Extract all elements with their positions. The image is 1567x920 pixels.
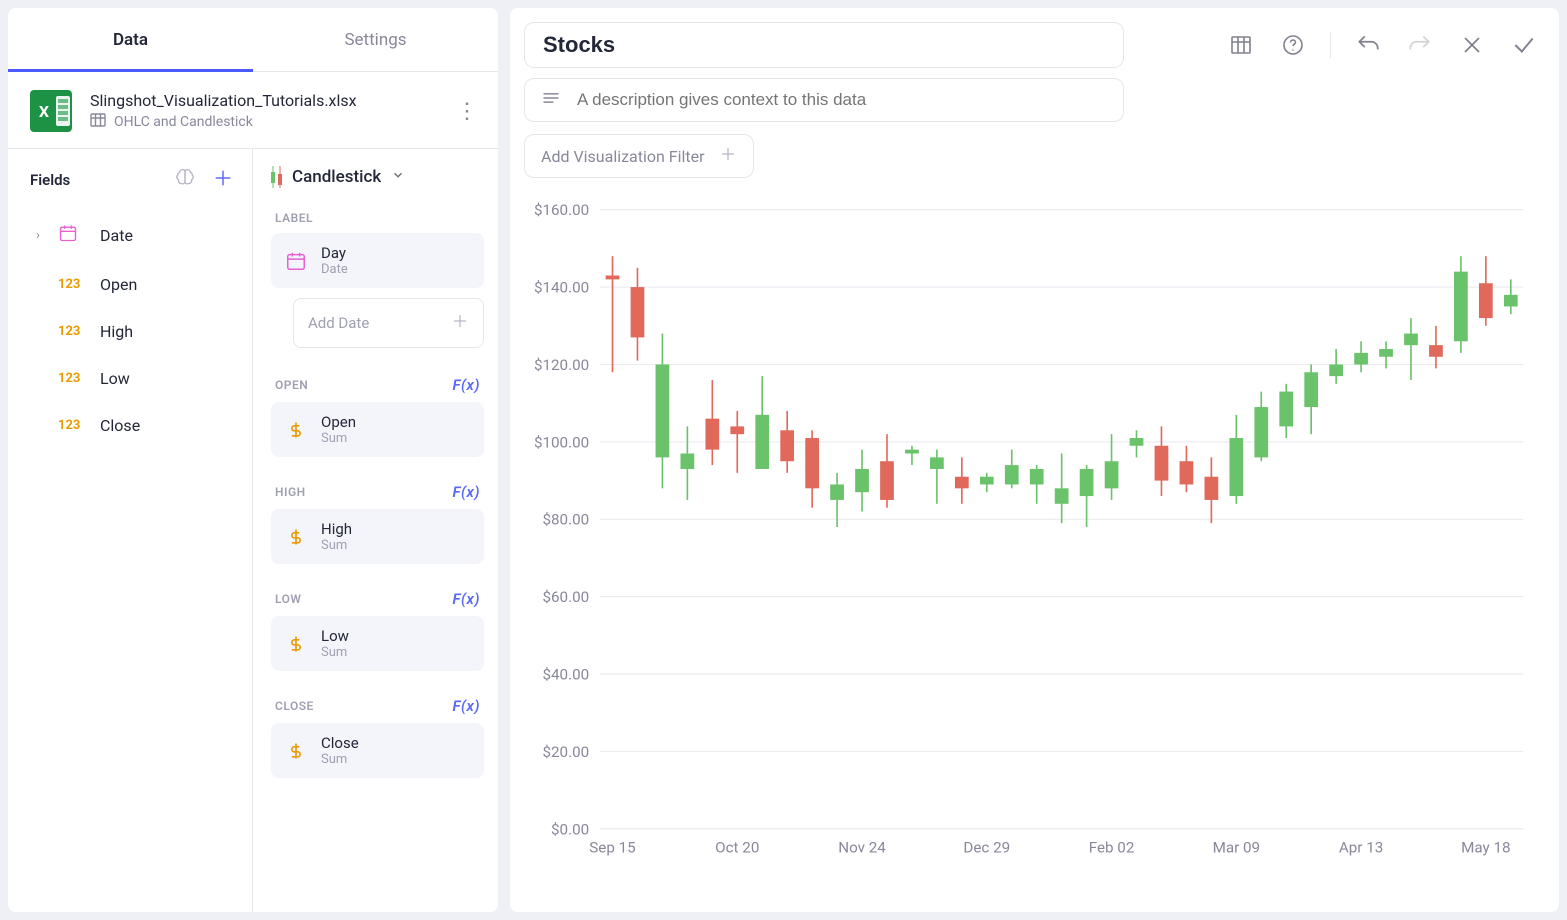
- section-header-high: HIGH: [275, 485, 306, 499]
- field-label: Low: [100, 369, 130, 388]
- svg-text:X: X: [39, 102, 49, 121]
- fx-button-low[interactable]: F(x): [452, 590, 480, 608]
- section-header-close: CLOSE: [275, 699, 314, 713]
- number-icon: 123: [58, 324, 86, 339]
- confirm-button[interactable]: [1503, 24, 1545, 66]
- add-filter-button[interactable]: Add Visualization Filter: [524, 134, 754, 178]
- right-panel: Add Visualization Filter $0.00 $20.00 $40.…: [510, 8, 1559, 912]
- tab-data[interactable]: Data: [8, 8, 253, 71]
- visualization-type-button[interactable]: Candlestick: [271, 167, 484, 187]
- number-icon: 123: [58, 418, 86, 433]
- menu-icon: [541, 88, 561, 112]
- svg-text:$20.00: $20.00: [542, 743, 589, 761]
- tab-settings[interactable]: Settings: [253, 8, 498, 71]
- toolbar-separator: [1330, 32, 1331, 58]
- chip-open[interactable]: Open Sum: [271, 402, 484, 457]
- svg-text:$40.00: $40.00: [542, 665, 589, 683]
- field-label: Close: [100, 416, 140, 435]
- field-label: Open: [100, 275, 137, 294]
- svg-text:Apr 13: Apr 13: [1339, 839, 1383, 857]
- undo-button[interactable]: [1347, 24, 1389, 66]
- svg-text:$160.00: $160.00: [534, 201, 589, 219]
- description-input[interactable]: [575, 89, 1107, 111]
- close-button[interactable]: [1451, 24, 1493, 66]
- svg-text:Dec 29: Dec 29: [963, 839, 1010, 857]
- fields-column: Fields › Date 123 Open 123 High 123 Low 123 Clos…: [8, 149, 253, 912]
- svg-text:Sep 15: Sep 15: [589, 839, 635, 857]
- dollar-icon: [285, 740, 307, 762]
- svg-text:$0.00: $0.00: [551, 820, 589, 838]
- svg-text:Feb 02: Feb 02: [1089, 839, 1135, 857]
- config-column: Candlestick LABEL Day Date: [253, 149, 498, 912]
- section-header-open: OPEN: [275, 378, 308, 392]
- svg-text:$60.00: $60.00: [542, 588, 589, 606]
- left-panel: Data Settings X Slingshot_Visualization_…: [8, 8, 498, 912]
- excel-icon: X: [30, 90, 72, 132]
- section-header-low: LOW: [275, 592, 301, 606]
- datasource-row[interactable]: X Slingshot_Visualization_Tutorials.xlsx…: [8, 72, 498, 149]
- field-label: Date: [100, 226, 133, 245]
- fx-button-close[interactable]: F(x): [452, 697, 480, 715]
- svg-text:Nov 24: Nov 24: [838, 839, 886, 857]
- svg-text:$120.00: $120.00: [534, 356, 589, 374]
- grid-view-button[interactable]: [1220, 24, 1262, 66]
- calendar-icon: [285, 250, 307, 272]
- fx-button-open[interactable]: F(x): [452, 376, 480, 394]
- field-low[interactable]: 123 Low: [8, 355, 252, 402]
- svg-text:May 18: May 18: [1461, 839, 1510, 857]
- add-field-button[interactable]: [212, 167, 234, 193]
- datasource-filename: Slingshot_Visualization_Tutorials.xlsx: [90, 91, 456, 110]
- plus-icon: [451, 312, 469, 334]
- chevron-down-icon: [391, 167, 405, 187]
- viz-title-input[interactable]: [524, 22, 1124, 68]
- dollar-icon: [285, 419, 307, 441]
- svg-text:$80.00: $80.00: [542, 511, 589, 529]
- field-close[interactable]: 123 Close: [8, 402, 252, 449]
- chip-close[interactable]: Close Sum: [271, 723, 484, 778]
- label-section-header: LABEL: [275, 211, 313, 225]
- datasource-sheet: OHLC and Candlestick: [114, 114, 253, 130]
- label-chip-day[interactable]: Day Date: [271, 233, 484, 288]
- svg-text:Oct 20: Oct 20: [715, 839, 759, 857]
- dollar-icon: [285, 526, 307, 548]
- viz-toolbar: [524, 22, 1545, 68]
- plus-icon: [719, 145, 737, 167]
- svg-text:$140.00: $140.00: [534, 279, 589, 297]
- candlestick-chart: $0.00 $20.00 $40.00 $60.00 $80.00 $100.00 $120…: [524, 188, 1545, 898]
- fx-button-high[interactable]: F(x): [452, 483, 480, 501]
- redo-button[interactable]: [1399, 24, 1441, 66]
- chip-low[interactable]: Low Sum: [271, 616, 484, 671]
- help-button[interactable]: [1272, 24, 1314, 66]
- field-high[interactable]: 123 High: [8, 308, 252, 355]
- add-date-dropzone[interactable]: Add Date: [293, 298, 484, 348]
- panel-tabs: Data Settings: [8, 8, 498, 72]
- candlestick-icon: [271, 169, 282, 185]
- number-icon: 123: [58, 371, 86, 386]
- dollar-icon: [285, 633, 307, 655]
- svg-text:Mar 09: Mar 09: [1213, 839, 1261, 857]
- description-row[interactable]: [524, 78, 1124, 122]
- number-icon: 123: [58, 277, 86, 292]
- calendar-icon: [58, 223, 86, 247]
- field-open[interactable]: 123 Open: [8, 261, 252, 308]
- chevron-right-icon: ›: [36, 228, 48, 243]
- table-icon: [90, 112, 106, 132]
- fields-header: Fields: [30, 171, 168, 189]
- datasource-menu-button[interactable]: ⋮: [456, 99, 476, 124]
- svg-text:$100.00: $100.00: [534, 433, 589, 451]
- brain-icon[interactable]: [174, 167, 196, 193]
- chip-high[interactable]: High Sum: [271, 509, 484, 564]
- field-date[interactable]: › Date: [8, 209, 252, 261]
- field-label: High: [100, 322, 133, 341]
